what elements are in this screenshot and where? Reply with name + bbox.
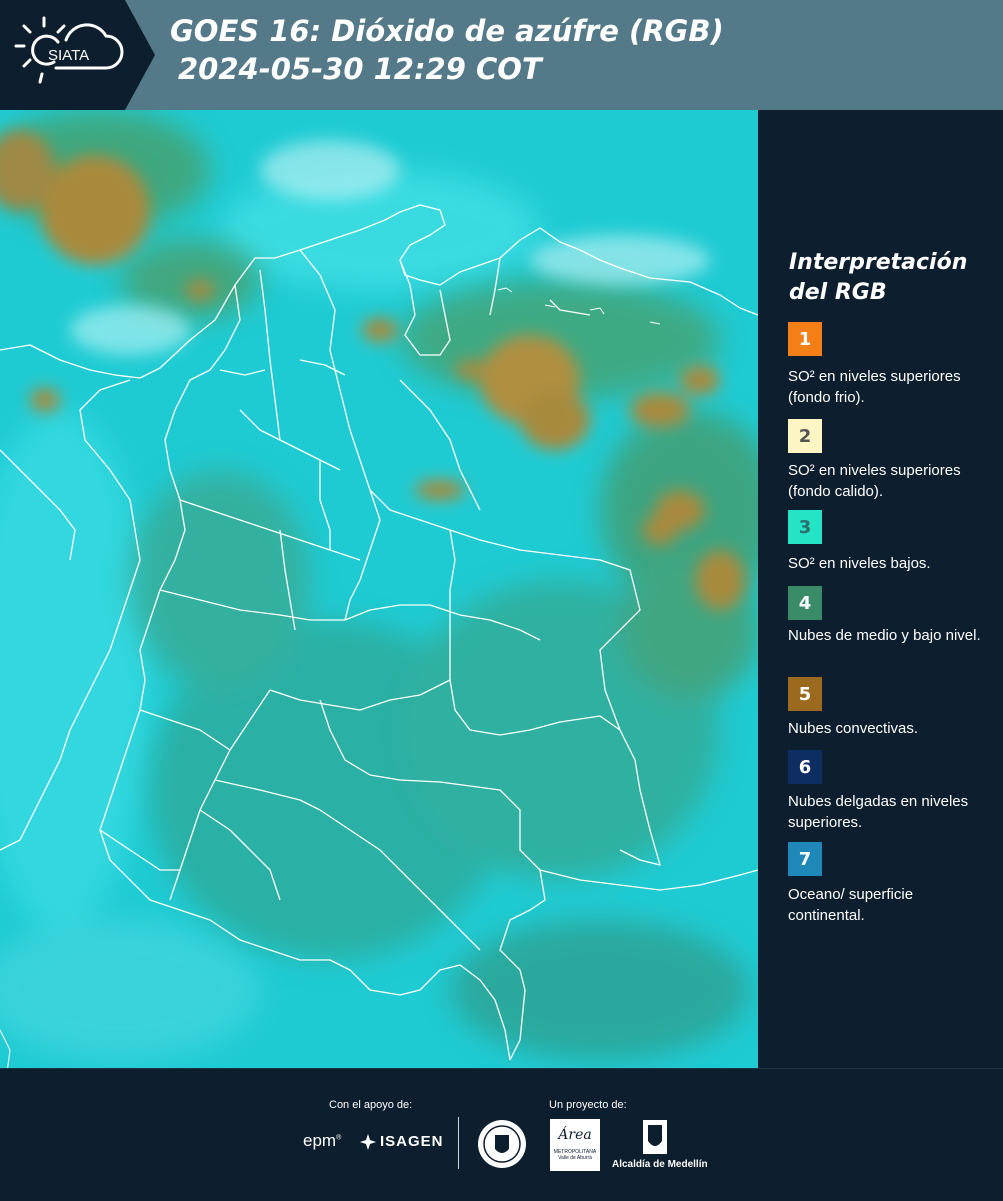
siata-sun-cloud-icon: SIATA — [14, 16, 124, 84]
alcaldia-shield-icon — [643, 1120, 667, 1154]
page-title: GOES 16: Dióxido de azúfre (RGB) — [170, 14, 724, 48]
footer-divider — [458, 1117, 459, 1169]
project-label: Un proyecto de: — [549, 1099, 627, 1111]
area-metropolitana-logo: Área METROPOLITANA Valle de Aburrá — [550, 1119, 600, 1171]
legend-desc-5: Nubes convectivas. — [788, 720, 919, 737]
isagen-logo: ISAGEN — [360, 1133, 444, 1150]
image-datetime: 2024-05-30 12:29 COT — [178, 52, 542, 86]
isagen-text: ISAGEN — [380, 1133, 444, 1150]
legend-number-2: 2 — [798, 425, 812, 447]
svg-text:SIATA: SIATA — [48, 47, 89, 64]
isagen-star-icon — [360, 1133, 376, 1150]
legend-number-7: 7 — [798, 848, 812, 870]
legend-number-3: 3 — [798, 516, 812, 538]
legend-swatch-1: 1 — [788, 322, 822, 356]
area-logo-text: Área — [558, 1127, 592, 1143]
epm-logo: epm® — [303, 1131, 342, 1150]
legend-number-5: 5 — [798, 683, 812, 705]
area-logo-subtext: METROPOLITANA Valle de Aburrá — [553, 1149, 597, 1161]
legend-number-6: 6 — [798, 756, 812, 778]
legend-desc-1: SO² en niveles superiores (fondo frio). — [788, 368, 961, 406]
legend-number-4: 4 — [798, 592, 812, 614]
header-bar: SIATA GOES 16: Dióxido de azúfre (RGB) 2… — [0, 0, 1003, 110]
legend-swatch-7: 7 — [788, 842, 822, 876]
epm-logo-text: epm — [303, 1131, 337, 1150]
legend-swatch-6: 6 — [788, 750, 822, 784]
medellin-seal-icon — [478, 1120, 526, 1168]
footer: Con el apoyo de: Un proyecto de: epm® IS… — [0, 1068, 1003, 1201]
legend-panel: Interpretación del RGB 1 SO² en niveles … — [758, 110, 1003, 1068]
support-label: Con el apoyo de: — [329, 1099, 413, 1111]
legend-swatch-2: 2 — [788, 419, 822, 453]
alcaldia-text: Alcaldía de Medellín — [612, 1159, 708, 1170]
satellite-map[interactable] — [0, 110, 758, 1068]
legend-swatch-3: 3 — [788, 510, 822, 544]
legend-swatch-4: 4 — [788, 586, 822, 620]
legend-desc-6: Nubes delgadas en niveles superiores. — [788, 793, 969, 831]
legend-swatch-5: 5 — [788, 677, 822, 711]
legend-title: Interpretación del RGB — [789, 250, 968, 305]
siata-logo: SIATA — [0, 0, 155, 110]
legend-desc-7: Oceano/ superficie continental. — [788, 886, 914, 924]
legend-desc-2: SO² en niveles superiores (fondo calido)… — [788, 462, 961, 500]
legend-number-1: 1 — [798, 328, 812, 350]
legend-desc-4: Nubes de medio y bajo nivel. — [788, 627, 981, 644]
legend-desc-3: SO² en niveles bajos. — [788, 555, 931, 572]
so2-rgb-map-image — [0, 110, 758, 1068]
